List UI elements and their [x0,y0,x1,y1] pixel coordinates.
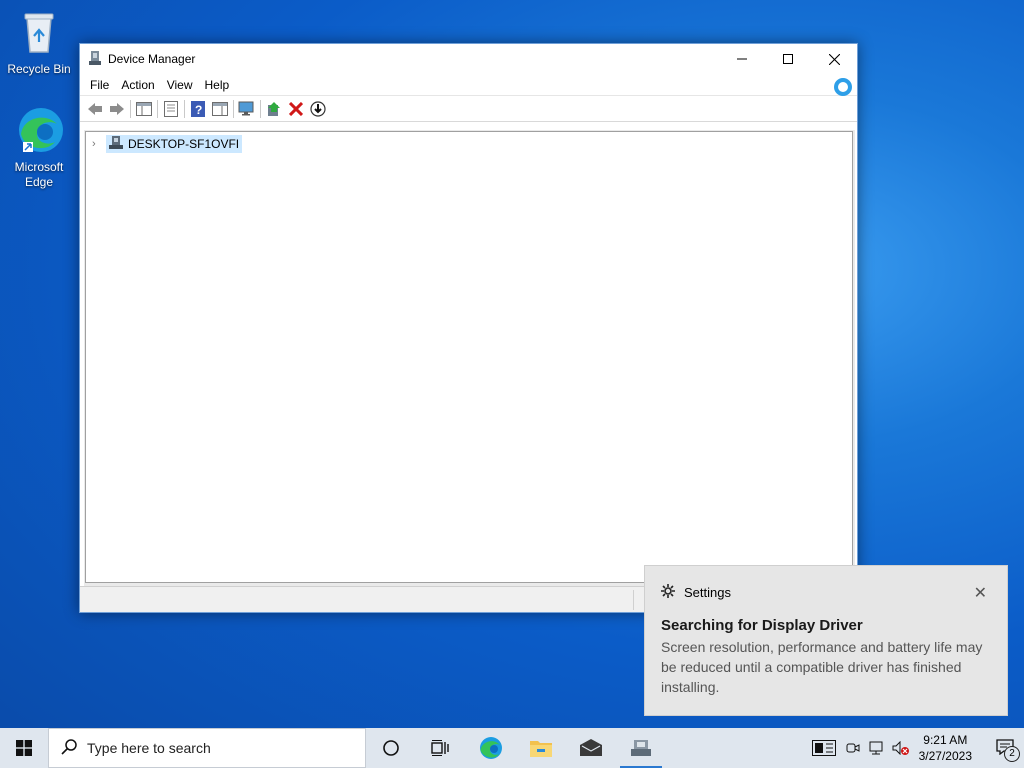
volume-muted-icon[interactable] [889,728,913,768]
meet-now-icon[interactable] [841,728,865,768]
taskbar-edge-button[interactable] [466,728,516,768]
menu-bar: File Action View Help [80,74,857,96]
task-view-button[interactable] [416,728,466,768]
scan-hardware-icon[interactable] [236,98,258,120]
menu-view[interactable]: View [161,78,199,92]
system-tray: 9:21 AM 3/27/2023 2 [807,728,1024,768]
clock-date: 3/27/2023 [918,749,972,763]
cortana-ring-icon [834,78,852,96]
content-area: › DESKTOP-SF1OVFI [84,130,855,586]
taskbar-clock[interactable]: 9:21 AM 3/27/2023 [919,732,972,764]
tree-root-row[interactable]: › DESKTOP-SF1OVFI [92,135,243,153]
disable-device-icon[interactable] [307,98,329,120]
news-and-interests-icon[interactable] [807,728,841,768]
toast-body: Screen resolution, performance and batte… [661,639,983,695]
tree-root-label: DESKTOP-SF1OVFI [128,137,240,151]
help-icon[interactable]: ? [187,98,209,120]
action-pane-icon[interactable] [209,98,231,120]
menu-action[interactable]: Action [115,78,160,92]
status-divider [633,590,634,610]
uninstall-device-icon[interactable] [285,98,307,120]
notification-count-badge: 2 [1004,746,1020,762]
tree-root-selected[interactable]: DESKTOP-SF1OVFI [106,135,243,153]
taskbar-mail-button[interactable] [566,728,616,768]
device-tree[interactable]: › DESKTOP-SF1OVFI [85,131,853,583]
search-icon [61,738,77,758]
toolbar-separator [130,99,131,118]
recycle-bin-label: Recycle Bin [7,62,71,76]
toast-app-name: Settings [684,585,731,600]
toolbar-separator [233,99,234,118]
network-icon[interactable] [865,728,889,768]
toolbar-separator [157,99,158,118]
clock-time: 9:21 AM [923,733,968,747]
maximize-button[interactable] [765,44,811,74]
svg-text:?: ? [195,103,202,117]
taskbar-search[interactable]: Type here to search [48,728,366,768]
menu-help[interactable]: Help [199,78,236,92]
title-bar[interactable]: Device Manager [80,44,857,74]
edge-label: Microsoft Edge [14,160,64,189]
toolbar-separator [260,99,261,118]
toast-title: Searching for Display Driver [661,617,863,634]
update-driver-icon[interactable] [263,98,285,120]
desktop-icon-edge[interactable]: Microsoft Edge [2,106,76,190]
properties-icon[interactable] [160,98,182,120]
toast-header: Settings [661,584,731,601]
cortana-button[interactable] [366,728,416,768]
desktop-icon-recycle-bin[interactable]: Recycle Bin [2,8,76,77]
taskbar: Type here to search 9:21 AM 3/27/2023 2 [0,728,1024,768]
toolbar-separator [184,99,185,118]
search-placeholder: Type here to search [87,740,211,756]
show-hide-console-tree-icon[interactable] [133,98,155,120]
window-title: Device Manager [108,52,196,66]
computer-icon [108,135,124,153]
device-manager-window: Device Manager File Action View Help ? ›… [79,43,858,613]
expand-chevron-icon[interactable]: › [92,138,106,150]
menu-file[interactable]: File [84,78,115,92]
minimize-button[interactable] [719,44,765,74]
toast-close-button[interactable]: ✕ [974,583,987,603]
edge-icon [2,106,76,158]
taskbar-file-explorer-button[interactable] [516,728,566,768]
toolbar: ? [80,96,857,122]
start-button[interactable] [0,728,48,768]
device-manager-icon [88,50,102,69]
close-button[interactable] [811,44,857,74]
action-center-button[interactable]: 2 [986,728,1024,768]
recycle-bin-icon [2,8,76,60]
back-icon[interactable] [84,98,106,120]
settings-toast[interactable]: Settings ✕ Searching for Display Driver … [644,565,1008,716]
forward-icon[interactable] [106,98,128,120]
gear-icon [661,584,675,601]
taskbar-device-manager-button[interactable] [616,728,666,768]
